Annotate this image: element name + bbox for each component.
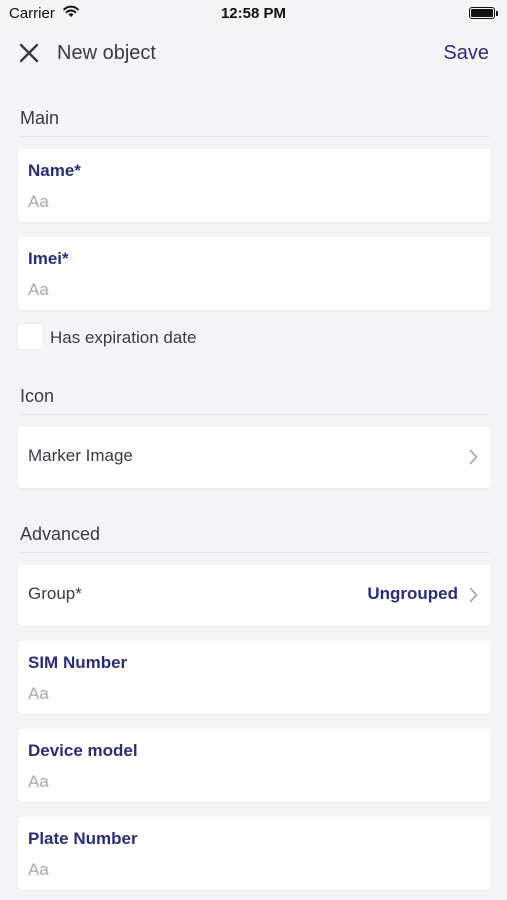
plate-number-field[interactable]: Plate Number: [18, 817, 490, 890]
divider: [20, 552, 490, 553]
marker-image-label: Marker Image: [28, 446, 133, 465]
status-bar: Carrier 12:58 PM: [0, 0, 507, 28]
divider: [20, 414, 490, 415]
name-label: Name*: [28, 161, 81, 180]
sim-number-field[interactable]: SIM Number: [18, 641, 490, 714]
group-value: Ungrouped: [367, 584, 458, 603]
battery-tip: [496, 11, 498, 16]
expiration-label: Has expiration date: [50, 328, 197, 347]
section-title-icon: Icon: [20, 386, 55, 406]
page-title: New object: [57, 42, 156, 64]
marker-image-row[interactable]: Marker Image: [18, 427, 490, 488]
battery-icon: [469, 7, 495, 19]
chevron-right-icon: [469, 449, 478, 465]
close-icon[interactable]: [18, 42, 40, 64]
section-title-advanced: Advanced: [20, 524, 101, 544]
imei-input[interactable]: [28, 277, 478, 303]
device-model-label: Device model: [28, 741, 138, 760]
group-row[interactable]: Group* Ungrouped: [18, 565, 490, 626]
group-label: Group*: [28, 584, 82, 603]
expiration-checkbox[interactable]: [18, 324, 43, 349]
section-title-main: Main: [20, 108, 60, 128]
plate-number-input[interactable]: [28, 857, 478, 883]
imei-label: Imei*: [28, 249, 69, 268]
name-field[interactable]: Name*: [18, 149, 490, 222]
imei-field[interactable]: Imei*: [18, 237, 490, 310]
plate-number-label: Plate Number: [28, 829, 138, 848]
save-button[interactable]: Save: [443, 42, 489, 65]
name-input[interactable]: [28, 189, 478, 215]
sim-number-label: SIM Number: [28, 653, 128, 672]
sim-number-input[interactable]: [28, 681, 478, 707]
expiration-checkbox-row[interactable]: Has expiration date: [18, 324, 318, 352]
device-model-field[interactable]: Device model: [18, 729, 490, 802]
divider: [20, 136, 490, 137]
device-model-input[interactable]: [28, 769, 478, 795]
clock: 12:58 PM: [220, 5, 287, 22]
nav-bar: New object Save: [0, 28, 507, 80]
chevron-right-icon: [469, 587, 478, 603]
